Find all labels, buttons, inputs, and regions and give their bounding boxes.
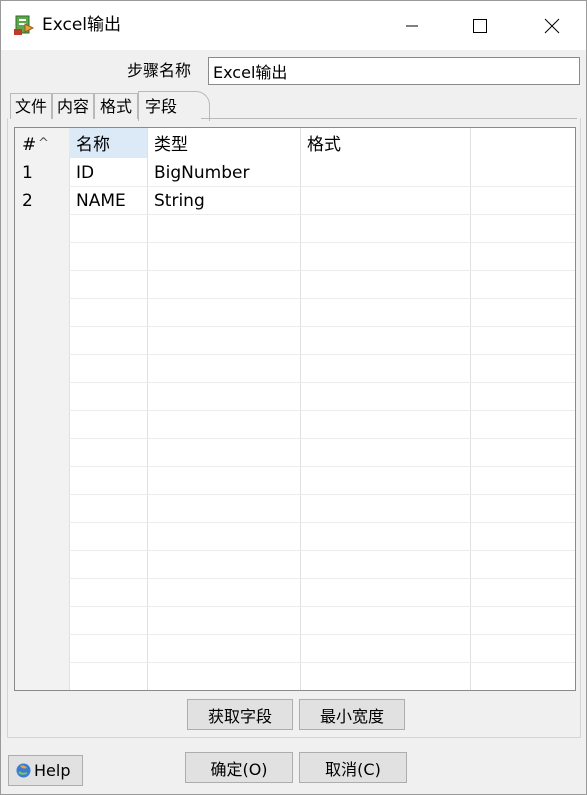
row-1-format[interactable] — [300, 159, 470, 187]
maximize-icon — [473, 18, 487, 33]
row-separator — [69, 494, 575, 495]
cancel-label: 取消(C) — [325, 759, 381, 779]
window-title: Excel输出 — [42, 15, 122, 35]
tab-fields-label: 字段 — [144, 97, 177, 116]
row-separator — [69, 298, 575, 299]
row-separator — [69, 326, 575, 327]
get-fields-button[interactable]: 获取字段 — [187, 699, 293, 730]
tab-file[interactable]: 文件 — [10, 93, 52, 119]
header-name[interactable]: 名称 — [69, 128, 147, 158]
help-icon — [16, 763, 31, 778]
header-format-label: 格式 — [307, 135, 341, 155]
header-index[interactable]: # ^ — [15, 128, 69, 158]
min-width-label: 最小宽度 — [319, 706, 384, 726]
row-separator — [69, 634, 575, 635]
tab-content[interactable]: 内容 — [52, 93, 94, 119]
minimize-icon — [406, 25, 418, 26]
tab-format[interactable]: 格式 — [94, 93, 138, 119]
tab-fields[interactable]: 字段 — [138, 91, 210, 121]
header-format[interactable]: 格式 — [300, 128, 470, 158]
row-separator — [69, 662, 575, 663]
row-separator — [69, 550, 575, 551]
row-separator — [69, 242, 575, 243]
ok-label: 确定(O) — [210, 759, 268, 779]
cancel-button[interactable]: 取消(C) — [299, 752, 407, 783]
get-fields-label: 获取字段 — [207, 706, 272, 726]
row-2-format[interactable] — [300, 187, 470, 215]
tab-file-label: 文件 — [14, 97, 47, 116]
row-separator — [69, 690, 576, 691]
row-separator — [69, 606, 575, 607]
fields-table[interactable]: # ^ 名称 类型 格式 1 ID BigNumber 2 NAME Strin… — [14, 127, 576, 691]
row-separator — [69, 438, 575, 439]
excel-output-dialog: Excel输出 步骤名称 文件 内容 格式 字段 — [0, 0, 587, 795]
row-1-name[interactable]: ID — [69, 159, 147, 187]
help-button[interactable]: Help — [8, 755, 83, 786]
header-index-label: # — [22, 135, 37, 155]
tab-format-label: 格式 — [99, 97, 132, 116]
row-separator — [69, 270, 575, 271]
row-1-index[interactable]: 1 — [15, 159, 69, 187]
row-separator — [69, 354, 575, 355]
step-name-input[interactable] — [208, 57, 580, 85]
min-width-button[interactable]: 最小宽度 — [299, 699, 405, 730]
sort-indicator-icon: ^ — [38, 136, 49, 151]
row-separator — [69, 410, 575, 411]
header-type-label: 类型 — [154, 135, 188, 155]
close-icon — [544, 18, 560, 33]
row-2-name[interactable]: NAME — [69, 187, 147, 215]
step-name-label: 步骤名称 — [127, 61, 192, 80]
row-separator — [69, 382, 575, 383]
tab-divider — [201, 118, 577, 119]
maximize-button[interactable] — [457, 1, 503, 50]
row-2-type[interactable]: String — [147, 187, 300, 215]
header-type[interactable]: 类型 — [147, 128, 300, 158]
row-separator — [69, 578, 575, 579]
help-label: Help — [34, 761, 71, 780]
close-button[interactable] — [529, 1, 575, 50]
ok-button[interactable]: 确定(O) — [185, 752, 293, 783]
tab-content-label: 内容 — [56, 97, 89, 116]
row-2-index[interactable]: 2 — [15, 187, 69, 215]
header-name-label: 名称 — [76, 135, 110, 155]
spoon-excel-output-icon — [14, 15, 35, 35]
row-separator — [69, 466, 575, 467]
title-bar: Excel输出 — [1, 1, 586, 50]
row-1-type[interactable]: BigNumber — [147, 159, 300, 187]
row-separator — [69, 522, 575, 523]
minimize-button[interactable] — [389, 1, 435, 50]
